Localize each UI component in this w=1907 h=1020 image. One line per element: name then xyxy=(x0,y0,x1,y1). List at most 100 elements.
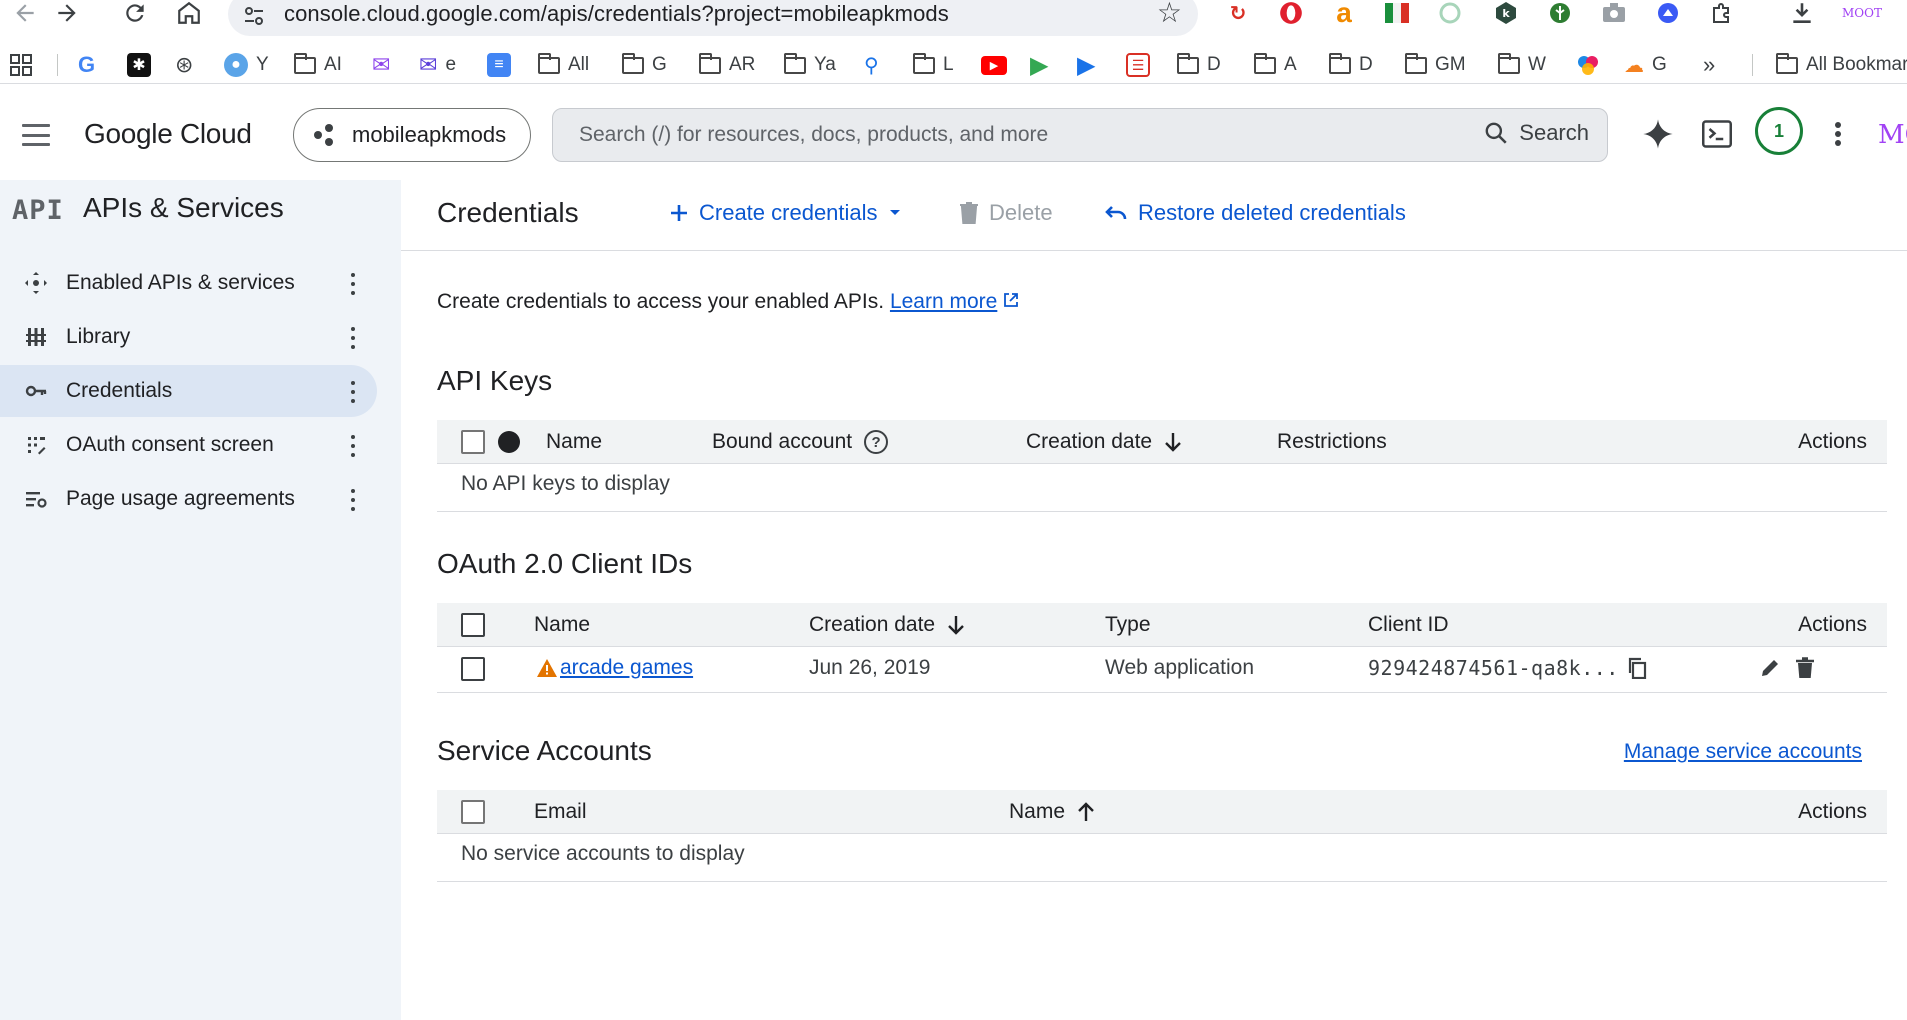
column-creation-date[interactable]: Creation date xyxy=(1026,430,1182,454)
select-all-checkbox[interactable] xyxy=(461,800,485,824)
bookmark-mail-icon[interactable]: ✉ xyxy=(372,52,390,78)
bookmark-play-icon[interactable]: ▶ xyxy=(1030,52,1048,79)
bookmarks-separator xyxy=(57,54,58,76)
item-menu-icon[interactable] xyxy=(345,271,361,297)
item-menu-icon[interactable] xyxy=(345,433,361,459)
bookmark-folder-ai[interactable]: AI xyxy=(293,52,342,78)
bookmark-folder-l[interactable]: L xyxy=(912,52,954,78)
item-menu-icon[interactable] xyxy=(345,379,361,405)
extensions-puzzle-icon[interactable] xyxy=(1706,0,1738,26)
help-icon[interactable]: ? xyxy=(864,430,889,454)
bookmark-copilot-icon[interactable] xyxy=(1576,52,1600,78)
bookmark-folder-a[interactable]: A xyxy=(1253,52,1297,78)
more-bookmarks-button[interactable]: » xyxy=(1703,52,1715,78)
url-text[interactable]: console.cloud.google.com/apis/credential… xyxy=(284,1,949,27)
apps-grid-icon[interactable] xyxy=(10,52,32,78)
folder-icon xyxy=(698,52,721,74)
column-email[interactable]: Email xyxy=(534,800,587,824)
folder-icon xyxy=(1497,52,1520,74)
bookmark-folder-all[interactable]: All xyxy=(537,52,589,78)
column-bound-account[interactable]: Bound account ? xyxy=(712,430,889,454)
manage-service-accounts-link[interactable]: Manage service accounts xyxy=(1624,740,1862,764)
notifications-badge[interactable]: 1 xyxy=(1755,107,1803,155)
bookmark-folder-gm[interactable]: GM xyxy=(1404,52,1466,78)
search-input[interactable]: Search (/) for resources, docs, products… xyxy=(552,108,1608,162)
bookmark-folder-d2[interactable]: D xyxy=(1328,52,1373,78)
column-type[interactable]: Type xyxy=(1105,613,1151,637)
bookmark-youtube-icon[interactable]: ▶ xyxy=(981,52,1007,78)
project-picker[interactable]: mobileapkmods xyxy=(293,108,531,162)
bookmark-openai-icon[interactable]: ⊛ xyxy=(175,52,193,78)
sidebar-item-page-usage[interactable]: Page usage agreements xyxy=(0,473,377,525)
restore-credentials-button[interactable]: Restore deleted credentials xyxy=(1104,200,1406,226)
all-bookmarks-button[interactable]: All Bookmar xyxy=(1775,52,1907,78)
bookmark-folder-ar[interactable]: AR xyxy=(698,52,755,78)
profile-button[interactable]: MOOT xyxy=(1842,0,1882,26)
downloads-icon[interactable] xyxy=(1786,0,1818,26)
bookmark-folder-g[interactable]: G xyxy=(621,52,667,78)
edit-icon[interactable] xyxy=(1759,657,1781,679)
reload-button[interactable] xyxy=(120,0,150,26)
home-button[interactable] xyxy=(174,0,204,26)
bookmark-folder-ya[interactable]: Ya xyxy=(783,52,836,78)
item-menu-icon[interactable] xyxy=(345,325,361,351)
trash-icon[interactable] xyxy=(1795,657,1815,679)
copy-icon[interactable] xyxy=(1627,657,1647,679)
create-credentials-button[interactable]: Create credentials xyxy=(669,200,902,226)
extension-leaf-icon[interactable] xyxy=(1544,0,1576,26)
bookmark-red-icon[interactable]: ☰ xyxy=(1126,52,1150,78)
select-all-checkbox[interactable] xyxy=(461,430,485,454)
sidebar-item-oauth-consent[interactable]: OAuth consent screen xyxy=(0,419,377,471)
site-info-icon[interactable] xyxy=(242,4,266,28)
row-checkbox[interactable] xyxy=(461,657,485,681)
cloud-shell-icon[interactable] xyxy=(1695,112,1739,156)
gemini-icon[interactable] xyxy=(1636,112,1680,156)
sidebar-item-enabled-apis[interactable]: Enabled APIs & services xyxy=(0,257,377,309)
search-button[interactable]: Search xyxy=(1483,120,1589,146)
bookmark-cloudflare-g[interactable]: ☁ G xyxy=(1624,52,1667,78)
extension-opera-icon[interactable] xyxy=(1275,0,1307,26)
extension-camera-icon[interactable] xyxy=(1598,0,1630,26)
back-button[interactable] xyxy=(10,0,40,26)
type-cell: Web application xyxy=(1105,656,1255,679)
main-menu-icon[interactable] xyxy=(22,124,50,146)
extension-k-icon[interactable]: k xyxy=(1490,0,1522,26)
sidebar-item-library[interactable]: Library xyxy=(0,311,377,363)
folder-icon xyxy=(783,52,806,74)
bookmark-e[interactable]: ✉ e xyxy=(419,52,456,78)
extension-flag-icon[interactable] xyxy=(1381,0,1413,26)
bookmark-search-icon[interactable]: ⚲ xyxy=(864,52,879,78)
api-keys-title: API Keys xyxy=(437,365,553,396)
column-creation-date[interactable]: Creation date xyxy=(809,613,965,637)
account-avatar[interactable]: MOC xyxy=(1878,120,1907,150)
bookmark-folder-w[interactable]: W xyxy=(1497,52,1546,78)
select-all-checkbox[interactable] xyxy=(461,613,485,637)
bookmark-google-icon[interactable]: G xyxy=(78,52,95,78)
more-options-icon[interactable] xyxy=(1816,112,1860,156)
client-name-link[interactable]: arcade games xyxy=(560,656,693,680)
item-menu-icon[interactable] xyxy=(345,487,361,513)
bookmark-docs-icon[interactable]: ≡ xyxy=(487,52,511,78)
column-name[interactable]: Name xyxy=(1009,800,1095,824)
console-header: Google Cloud mobileapkmods Search (/) fo… xyxy=(0,90,1907,180)
bookmark-y[interactable]: ● Y xyxy=(224,52,269,78)
google-cloud-logo[interactable]: Google Cloud xyxy=(84,118,252,150)
extension-loader-icon[interactable] xyxy=(1434,0,1466,26)
edit-action[interactable] xyxy=(1759,657,1781,679)
bookmark-star-icon[interactable]: ☆ xyxy=(1157,0,1182,29)
forward-button[interactable] xyxy=(52,0,82,26)
bookmark-folder-d[interactable]: D xyxy=(1176,52,1221,78)
delete-button[interactable]: Delete xyxy=(959,200,1053,226)
extension-blue-icon[interactable] xyxy=(1652,0,1684,26)
address-bar[interactable]: console.cloud.google.com/apis/credential… xyxy=(228,0,1198,36)
sidebar-item-credentials[interactable]: Credentials xyxy=(0,365,377,417)
delete-action[interactable] xyxy=(1795,657,1815,679)
column-name[interactable]: Name xyxy=(546,430,602,454)
bookmark-play-console-icon[interactable]: ▶ xyxy=(1077,52,1095,79)
column-name[interactable]: Name xyxy=(534,613,590,637)
bookmark-dark-icon[interactable]: ✱ xyxy=(127,52,151,78)
extension-amazon-icon[interactable]: a xyxy=(1328,0,1360,28)
learn-more-link[interactable]: Learn more xyxy=(890,290,997,313)
extension-refresh-icon[interactable]: ↻ xyxy=(1222,0,1254,26)
creation-date-cell: Jun 26, 2019 xyxy=(809,656,931,679)
